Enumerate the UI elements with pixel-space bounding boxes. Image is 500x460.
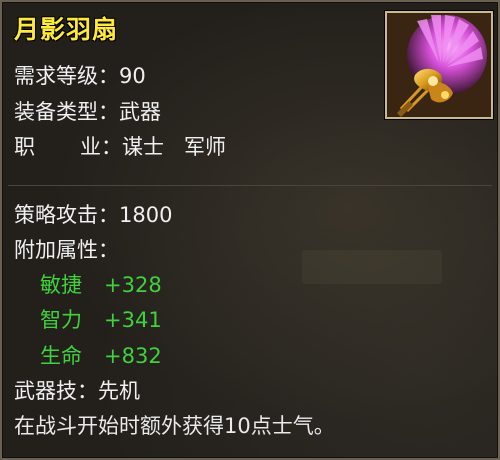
item-tooltip: 月影羽扇 需求等级：90 装备类型：武器 职 业：谋士 军师 策略攻击：1800… [0, 0, 500, 460]
bonus-intelligence-value: +341 [104, 308, 162, 332]
job-value-advisor: 军师 [184, 135, 226, 159]
feather-fan-weapon-icon[interactable] [384, 10, 494, 120]
bonus-intelligence-row: 智力 +341 [40, 307, 162, 333]
requirement-level-label: 需求等级： [14, 64, 119, 88]
bonus-life-value: +832 [104, 344, 162, 368]
bonus-intelligence-label: 智力 [40, 308, 82, 332]
job-row: 职 业：谋士 军师 [14, 134, 226, 160]
equipment-type-row: 装备类型：武器 [14, 99, 161, 125]
weapon-skill-label: 武器技： [14, 379, 98, 403]
requirement-level-row: 需求等级：90 [14, 63, 146, 89]
requirement-level-value: 90 [119, 64, 146, 88]
equipment-type-value: 武器 [119, 100, 161, 124]
background-panel-ghost [302, 250, 442, 284]
job-label-second: 业： [80, 135, 122, 159]
bonus-agility-label: 敏捷 [40, 273, 82, 297]
bonus-life-label: 生命 [40, 344, 82, 368]
item-name: 月影羽扇 [14, 15, 119, 44]
weapon-skill-description: 在战斗开始时额外获得10点士气。 [14, 414, 335, 438]
weapon-skill-row: 武器技：先机 [14, 378, 140, 404]
section-divider [8, 185, 492, 186]
strategy-attack-label: 策略攻击： [14, 203, 119, 227]
extra-attributes-heading: 附加属性： [14, 238, 119, 262]
bonus-life-row: 生命 +832 [40, 343, 162, 369]
weapon-skill-value: 先机 [98, 379, 140, 403]
job-value-strategist: 谋士 [122, 135, 164, 159]
strategy-attack-row: 策略攻击：1800 [14, 202, 172, 228]
strategy-attack-value: 1800 [119, 203, 173, 227]
job-label-first: 职 [14, 135, 35, 159]
equipment-type-label: 装备类型： [14, 100, 119, 124]
bonus-agility-row: 敏捷 +328 [40, 272, 162, 298]
bonus-agility-value: +328 [104, 273, 162, 297]
